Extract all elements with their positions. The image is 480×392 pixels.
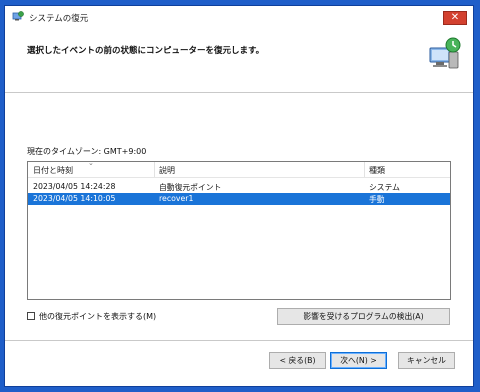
column-divider[interactable] (154, 162, 155, 177)
table-row[interactable]: 2023/04/05 14:24:28 自動復元ポイント システム (28, 181, 450, 193)
show-more-label[interactable]: 他の復元ポイントを表示する(M) (39, 311, 156, 322)
footer-panel: < 戻る(B) 次へ(N) > キャンセル (5, 341, 473, 386)
window-title: システムの復元 (29, 14, 89, 24)
next-button[interactable]: 次へ(N) > (330, 352, 387, 369)
row-datetime: 2023/04/05 14:24:28 (33, 182, 116, 191)
restore-point-list[interactable]: 日付と時刻 ⌄ 説明 種類 2023/04/05 14:24:28 自動復元ポイ… (27, 159, 451, 300)
title-bar[interactable]: システムの復元 ✕ (5, 6, 473, 30)
back-button[interactable]: < 戻る(B) (269, 352, 326, 369)
timezone-label: 現在のタイムゾーン: GMT+9:00 (27, 147, 147, 156)
list-header: 日付と時刻 ⌄ 説明 種類 (28, 159, 450, 178)
scan-affected-programs-button[interactable]: 影響を受けるプログラムの検出(A) (277, 308, 450, 325)
row-datetime: 2023/04/05 14:10:05 (33, 194, 116, 203)
system-restore-icon (12, 11, 24, 21)
system-restore-window: システムの復元 ✕ 選択したイベントの前の状態にコンピューターを復元します。 現… (4, 5, 474, 387)
body-panel: 現在のタイムゾーン: GMT+9:00 日付と時刻 ⌄ 説明 種類 2023/0… (5, 93, 473, 340)
show-more-checkbox[interactable] (27, 312, 35, 320)
column-header-datetime[interactable]: 日付と時刻 (33, 165, 73, 176)
close-icon: ✕ (450, 12, 460, 23)
row-description: 自動復元ポイント (159, 183, 222, 192)
row-type: システム (369, 183, 400, 192)
header-description: 選択したイベントの前の状態にコンピューターを復元します。 (27, 46, 265, 56)
cancel-button[interactable]: キャンセル (398, 352, 455, 369)
header-panel: 選択したイベントの前の状態にコンピューターを復元します。 (5, 30, 473, 92)
row-type: 手動 (369, 195, 385, 204)
table-row-selected[interactable]: 2023/04/05 14:10:05 recover1 手動 (28, 193, 450, 205)
column-header-type[interactable]: 種類 (369, 165, 385, 176)
column-header-description[interactable]: 説明 (159, 165, 175, 176)
row-description: recover1 (159, 194, 194, 203)
restore-computer-icon (429, 37, 461, 69)
column-divider[interactable] (364, 162, 365, 177)
close-button[interactable]: ✕ (443, 11, 467, 25)
sort-arrow-icon: ⌄ (88, 159, 94, 167)
